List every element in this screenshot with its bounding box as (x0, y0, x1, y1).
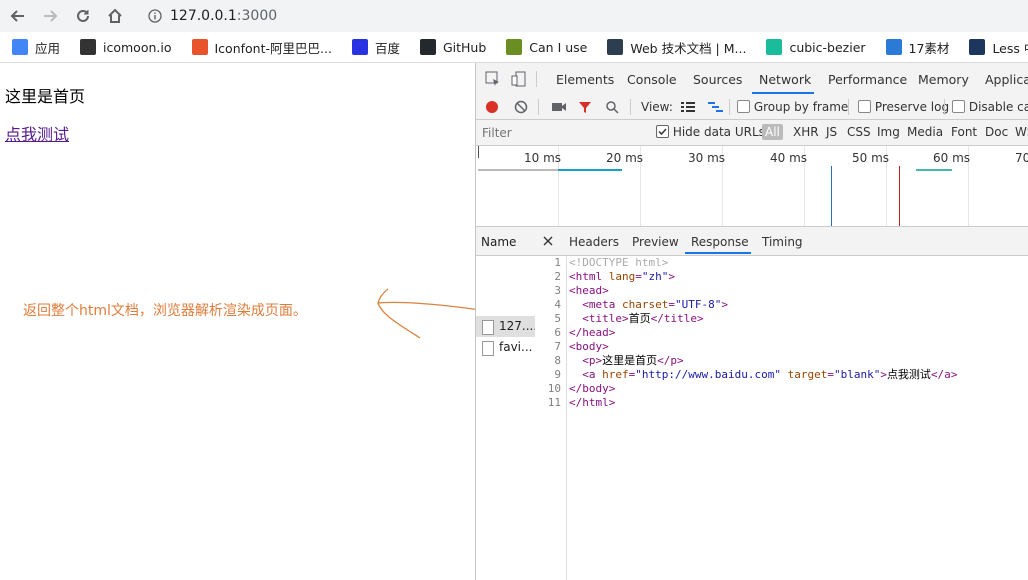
tab-elements[interactable]: Elements (556, 72, 614, 87)
tab-console[interactable]: Console (627, 72, 677, 87)
request-name[interactable]: favi... (499, 340, 532, 354)
name-header-label: Name (481, 235, 517, 249)
domcontentloaded-marker (831, 166, 832, 226)
devtools-tabbar: Elements Console Sources Network Perform… (476, 63, 1028, 96)
code-line: </body> (569, 382, 616, 395)
filter-type-ws[interactable]: WS (1015, 125, 1028, 139)
hide-data-urls-checkbox[interactable]: Hide data URLs (656, 125, 765, 139)
search-icon[interactable] (605, 100, 619, 114)
close-icon[interactable] (543, 236, 553, 246)
screenshot-camera-icon[interactable] (551, 101, 567, 113)
filter-type-doc[interactable]: Doc (985, 125, 1008, 139)
code-line: <title>首页</title> (582, 312, 704, 325)
request-bar-waiting (478, 169, 558, 171)
checkbox-checked-icon (656, 125, 669, 138)
response-tabbar: Headers Preview Response Timing (535, 227, 1028, 256)
filter-type-font[interactable]: Font (951, 125, 977, 139)
response-source-viewer: 1 <!DOCTYPE html> 2 <html lang="zh"> 3 <head>… (535, 256, 1028, 580)
timeline-tick-label: 70 (1015, 151, 1028, 165)
line-number: 7 (554, 340, 561, 353)
line-number: 9 (554, 368, 561, 381)
line-number: 2 (554, 270, 561, 283)
code-line: <html lang="zh"> (569, 270, 675, 283)
load-event-marker (899, 166, 900, 226)
disable-cache-label: Disable cac (968, 100, 1028, 114)
clear-icon[interactable] (514, 100, 528, 114)
code-line: </html> (569, 396, 616, 409)
checkbox-icon (737, 100, 750, 113)
network-toolbar: View: Group by frame Preserve log Disabl… (476, 95, 1028, 120)
code-line: <head> (569, 284, 609, 297)
filter-icon[interactable] (578, 100, 592, 114)
tab-network[interactable]: Network (759, 72, 811, 87)
waterfall-icon[interactable] (708, 101, 724, 113)
checkbox-icon (858, 100, 871, 113)
hide-data-urls-label: Hide data URLs (672, 125, 765, 139)
preserve-log-checkbox[interactable]: Preserve log (858, 100, 949, 114)
filter-type-media[interactable]: Media (907, 125, 943, 139)
filter-type-img[interactable]: Img (877, 125, 900, 139)
active-response-tab-indicator (685, 252, 751, 254)
timeline-tick-label: 40 ms (770, 151, 808, 165)
timeline-tick-label: 50 ms (852, 151, 890, 165)
filter-input[interactable] (480, 123, 644, 142)
request-bar-favicon (916, 169, 952, 171)
record-icon[interactable] (485, 100, 499, 114)
timeline-tick-label: 60 ms (933, 151, 971, 165)
request-area: Name 127.... favi... Headers Preview Res… (476, 227, 1028, 580)
timeline-start-marker (478, 146, 479, 158)
code-line: </head> (569, 326, 616, 339)
line-number: 8 (554, 354, 561, 367)
group-by-frame-checkbox[interactable]: Group by frame (737, 100, 848, 114)
view-label: View: (641, 100, 673, 114)
filter-type-xhr[interactable]: XHR (793, 125, 819, 139)
line-number: 4 (554, 298, 561, 311)
code-line: <body> (569, 340, 609, 353)
request-bar-download (558, 169, 622, 171)
timeline-tick-label: 30 ms (688, 151, 726, 165)
tab-application[interactable]: Applicat (985, 72, 1028, 87)
tab-preview[interactable]: Preview (632, 235, 679, 249)
request-name[interactable]: 127.... (499, 319, 537, 333)
filter-type-js[interactable]: JS (826, 125, 837, 139)
line-number: 11 (547, 396, 561, 409)
tab-performance[interactable]: Performance (828, 72, 907, 87)
code-line: <p>这里是首页</p> (582, 354, 684, 367)
document-file-icon (482, 320, 494, 335)
tab-timing[interactable]: Timing (762, 235, 803, 249)
device-toolbar-icon[interactable] (511, 71, 527, 87)
preserve-log-label: Preserve log (874, 100, 950, 114)
tab-headers[interactable]: Headers (569, 235, 619, 249)
filter-type-css[interactable]: CSS (847, 125, 871, 139)
devtools-panel: Elements Console Sources Network Perform… (475, 63, 1028, 580)
inspect-element-icon[interactable] (485, 71, 501, 87)
tab-memory[interactable]: Memory (918, 72, 969, 87)
line-number: 3 (554, 284, 561, 297)
filter-bar: Hide data URLs All XHR JS CSS Img Media … (476, 120, 1028, 146)
group-by-frame-label: Group by frame (753, 100, 849, 114)
line-number: 10 (547, 382, 561, 395)
code-line: <meta charset="UTF-8"> (582, 298, 728, 311)
active-tab-indicator (752, 92, 814, 94)
line-number: 1 (554, 256, 561, 269)
line-number: 6 (554, 326, 561, 339)
tab-sources[interactable]: Sources (693, 72, 742, 87)
code-line: <!DOCTYPE html> (569, 256, 669, 269)
document-file-icon (482, 341, 494, 356)
checkbox-icon (952, 100, 965, 113)
code-line: <a href="http://www.baidu.com" target="b… (582, 368, 958, 381)
line-number: 5 (554, 312, 561, 325)
tab-response[interactable]: Response (691, 235, 749, 249)
timeline-tick-label: 10 ms (524, 151, 562, 165)
filter-type-all[interactable]: All (762, 124, 783, 140)
network-overview-timeline: 10 ms 20 ms 30 ms 40 ms 50 ms 60 ms 70 (476, 146, 1028, 227)
request-list: Name 127.... favi... (476, 227, 537, 580)
disable-cache-checkbox[interactable]: Disable cac (952, 100, 1028, 114)
timeline-tick-label: 20 ms (606, 151, 644, 165)
name-column-header: Name (476, 227, 535, 256)
large-rows-icon[interactable] (681, 101, 695, 113)
